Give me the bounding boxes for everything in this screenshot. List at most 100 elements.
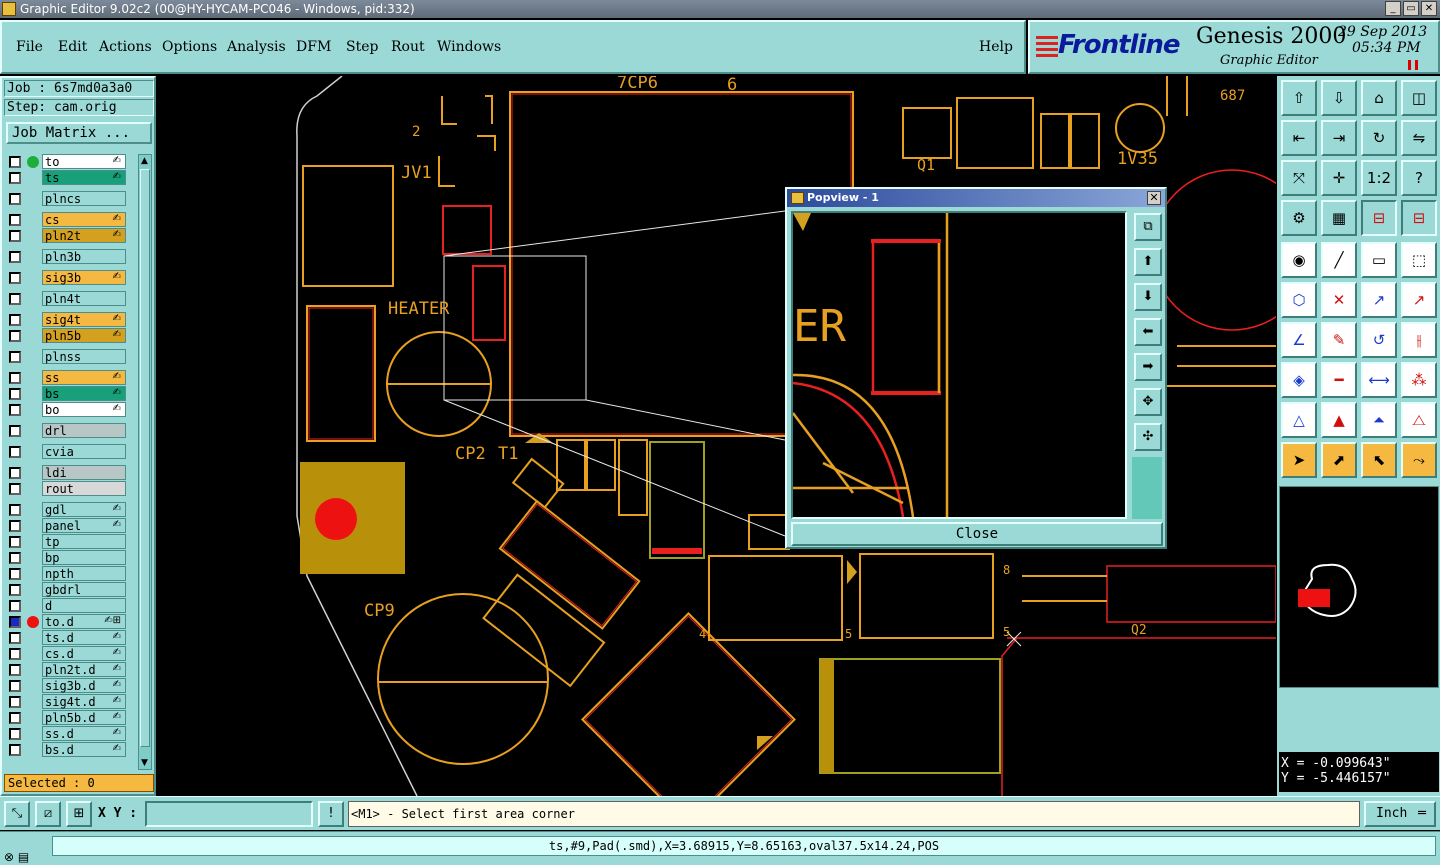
ruler-icon[interactable]: ▭ <box>1361 242 1397 278</box>
popview-pan-up-icon[interactable]: ⬆ <box>1134 248 1162 276</box>
layer-checkbox[interactable] <box>9 536 21 548</box>
minus-icon[interactable]: ━ <box>1321 362 1357 398</box>
layer-name[interactable]: d <box>42 598 126 613</box>
triangle4-icon[interactable]: ⧍ <box>1401 402 1437 438</box>
alert-icon[interactable]: ! <box>318 801 344 827</box>
menu-help[interactable]: Help <box>979 39 1013 55</box>
layer-checkbox[interactable] <box>9 193 21 205</box>
layer-row[interactable]: pln2t.d ✍ <box>6 662 130 678</box>
layer-name[interactable]: pln5b.d ✍ <box>42 710 126 725</box>
layer-checkbox[interactable] <box>9 230 21 242</box>
layer-row[interactable]: to ✍ <box>6 154 130 170</box>
layer-name[interactable]: ts.d ✍ <box>42 630 126 645</box>
layer-checkbox[interactable] <box>9 388 21 400</box>
layer-name[interactable]: to.d ✍⊞ <box>42 614 126 629</box>
close-icon[interactable]: ✕ <box>1421 1 1437 16</box>
layer-checkbox[interactable] <box>9 272 21 284</box>
pointer-circle-icon[interactable]: ⬉ <box>1361 442 1397 478</box>
layer-row[interactable]: pln2t ✍ <box>6 228 130 244</box>
layer-checkbox[interactable] <box>9 648 21 660</box>
layers-red-icon[interactable]: ⊟ <box>1361 200 1397 236</box>
minimize-icon[interactable]: _ <box>1385 1 1401 16</box>
overview-map[interactable] <box>1279 486 1439 688</box>
layer-row[interactable]: plncs <box>6 191 130 207</box>
layer-row[interactable]: d <box>6 598 130 614</box>
select-box-icon[interactable]: ⬚ <box>1401 242 1437 278</box>
layer-row[interactable]: cvia <box>6 444 130 460</box>
layer-name[interactable]: bo ✍ <box>42 402 126 417</box>
triangle2-icon[interactable]: ▲ <box>1321 402 1357 438</box>
layer-name[interactable]: pln4t <box>42 291 126 306</box>
grid-snap-icon[interactable]: ⊞ <box>66 801 92 827</box>
layer-checkbox[interactable] <box>9 504 21 516</box>
layers-red2-icon[interactable]: ⊟ <box>1401 200 1437 236</box>
layer-checkbox[interactable] <box>9 568 21 580</box>
pencil-icon[interactable]: ✎ <box>1321 322 1357 358</box>
layer-row[interactable]: to.d ✍⊞ <box>6 614 130 630</box>
route-icon[interactable]: ⤳ <box>1401 442 1437 478</box>
layer-name[interactable]: ss ✍ <box>42 370 126 385</box>
layer-row[interactable]: pln4t <box>6 291 130 307</box>
layer-row[interactable]: sig3b ✍ <box>6 270 130 286</box>
layer-name[interactable]: cs.d ✍ <box>42 646 126 661</box>
triangle-icon[interactable]: △ <box>1281 402 1317 438</box>
layer-name[interactable]: drl <box>42 423 126 438</box>
layer-row[interactable]: cs ✍ <box>6 212 130 228</box>
layer-checkbox[interactable] <box>9 314 21 326</box>
triangle3-icon[interactable]: ⏶ <box>1361 402 1397 438</box>
layer-name[interactable]: plnss <box>42 349 126 364</box>
popview-canvas[interactable]: ER <box>791 211 1127 519</box>
layer-name[interactable]: cvia <box>42 444 126 459</box>
pointer-icon[interactable]: ➤ <box>1281 442 1317 478</box>
zoom-right-icon[interactable]: ⇥ <box>1321 120 1357 156</box>
menu-actions[interactable]: Actions <box>99 39 152 55</box>
menu-options[interactable]: Options <box>162 39 217 55</box>
layer-name[interactable]: gdl ✍ <box>42 502 126 517</box>
layer-checkbox[interactable] <box>9 728 21 740</box>
layer-checkbox[interactable] <box>9 156 21 168</box>
home-up-icon[interactable]: ⇧ <box>1281 80 1317 116</box>
layer-row[interactable]: rout <box>6 481 130 497</box>
layer-row[interactable]: sig3b.d ✍ <box>6 678 130 694</box>
pad-icon[interactable]: ◉ <box>1281 242 1317 278</box>
pause-icon[interactable] <box>1408 60 1418 70</box>
arc-icon[interactable]: ↺ <box>1361 322 1397 358</box>
menu-edit[interactable]: Edit <box>58 39 87 55</box>
layer-checkbox[interactable] <box>9 696 21 708</box>
layer-name[interactable]: tp <box>42 534 126 549</box>
layer-name[interactable]: bs.d ✍ <box>42 742 126 757</box>
layer-row[interactable]: npth <box>6 566 130 582</box>
layer-row[interactable]: panel ✍ <box>6 518 130 534</box>
layer-row[interactable]: drl <box>6 423 130 439</box>
layer-row[interactable]: cs.d ✍ <box>6 646 130 662</box>
layer-row[interactable]: gbdrl <box>6 582 130 598</box>
scroll-thumb[interactable] <box>140 169 150 747</box>
rotate-icon[interactable]: ↻ <box>1361 120 1397 156</box>
home-down-icon[interactable]: ⇩ <box>1321 80 1357 116</box>
layer-name[interactable]: panel ✍ <box>42 518 126 533</box>
zoom-window-icon[interactable]: ⤡ <box>4 801 30 827</box>
layer-row[interactable]: pln5b.d ✍ <box>6 710 130 726</box>
layer-name[interactable]: pln5b ✍ <box>42 328 126 343</box>
layer-checkbox[interactable] <box>9 330 21 342</box>
layer-checkbox[interactable] <box>9 467 21 479</box>
layer-list-scrollbar[interactable]: ▲ ▼ <box>138 154 152 770</box>
layer-checkbox[interactable] <box>9 293 21 305</box>
layer-row[interactable]: tp <box>6 534 130 550</box>
split-icon[interactable]: ⫲ <box>1401 322 1437 358</box>
layer-name[interactable]: sig3b ✍ <box>42 270 126 285</box>
layer-row[interactable]: sig4t.d ✍ <box>6 694 130 710</box>
cross-icon[interactable]: ✕ <box>1321 282 1357 318</box>
arrow-diag-icon[interactable]: ↗ <box>1361 282 1397 318</box>
scale-1to2-icon[interactable]: 1:2 <box>1361 160 1397 196</box>
xy-input[interactable] <box>145 801 313 827</box>
layer-checkbox[interactable] <box>9 616 21 628</box>
layer-active-dot-icon[interactable] <box>27 616 39 628</box>
layer-checkbox[interactable] <box>9 214 21 226</box>
cluster-icon[interactable]: ⁂ <box>1401 362 1437 398</box>
layer-checkbox[interactable] <box>9 404 21 416</box>
layer-row[interactable]: bs.d ✍ <box>6 742 130 758</box>
popview-zoom-out-icon[interactable]: ✣ <box>1134 423 1162 451</box>
job-matrix-button[interactable]: Job Matrix ... <box>6 122 152 144</box>
layer-checkbox[interactable] <box>9 251 21 263</box>
